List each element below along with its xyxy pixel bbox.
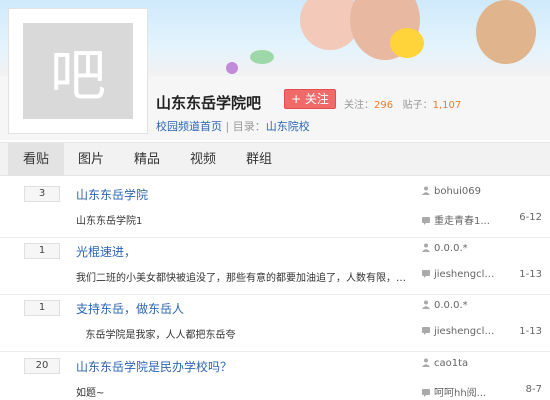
thread-row: 1 光棍速进， 我们二班的小美女都快被追没了，那些有意的都要加油追了，人数有限，… bbox=[0, 237, 550, 295]
last-reply-time: 8-7 bbox=[525, 384, 542, 395]
user-icon bbox=[422, 358, 430, 367]
post-count: 1,107 bbox=[432, 100, 462, 111]
forum-tabs: 看贴 图片 精品 视频 群组 bbox=[0, 142, 550, 176]
user-icon bbox=[422, 300, 430, 309]
comment-icon bbox=[422, 217, 430, 225]
comment-icon bbox=[422, 327, 430, 335]
thread-author: 0.0.0.* bbox=[422, 243, 468, 254]
thread-row: 3 山东东岳学院 山东东岳学院1 bohui069 重走青春1... 6-12 bbox=[0, 180, 550, 238]
last-reply-time: 6-12 bbox=[519, 212, 542, 223]
thread-abstract: 东岳学院是我家，人人都把东岳夸 bbox=[76, 330, 236, 341]
follow-count: 296 bbox=[374, 100, 394, 111]
forum-title: 山东东岳学院吧 bbox=[156, 94, 262, 112]
author-name[interactable]: 0.0.0.* bbox=[434, 243, 468, 254]
thread-row: 20 山东东岳学院是民办学校吗？ 如题~ cao1ta 呵呵hh阅... 8-7 bbox=[0, 352, 550, 400]
last-reply-time: 1-13 bbox=[519, 269, 542, 280]
breadcrumb-separator: | 目录： bbox=[222, 120, 266, 133]
thread-abstract: 我们二班的小美女都快被追没了，那些有意的都要加油追了，人数有限，速来竞争哈... bbox=[76, 273, 406, 284]
last-reply-time: 1-13 bbox=[519, 326, 542, 337]
post-count-label: 贴子： bbox=[402, 100, 433, 111]
thread-title-link[interactable]: 光棍速进， bbox=[76, 243, 136, 260]
user-icon bbox=[422, 186, 430, 195]
forum-stats: 关注：296 贴子：1,107 bbox=[344, 96, 461, 111]
last-reply-user[interactable]: 呵呵hh阅... bbox=[434, 388, 486, 399]
tab-images[interactable]: 图片 bbox=[66, 143, 116, 176]
last-reply: 呵呵hh阅... bbox=[422, 384, 496, 399]
forum-header: 吧 山东东岳学院吧 + 关注 关注：296 贴子：1,107 校园频道首页 | … bbox=[0, 0, 550, 140]
reply-count: 1 bbox=[24, 243, 60, 259]
last-reply-user[interactable]: 重走青春1... bbox=[434, 216, 490, 227]
breadcrumb-category-link[interactable]: 山东院校 bbox=[266, 120, 310, 133]
thread-author: cao1ta bbox=[422, 358, 468, 369]
tab-posts[interactable]: 看贴 bbox=[8, 143, 64, 176]
follow-button[interactable]: + 关注 bbox=[284, 89, 336, 109]
comment-icon bbox=[422, 270, 430, 278]
last-reply: 重走青春1... bbox=[422, 212, 496, 227]
thread-row: 1 支持东岳，做东岳人 东岳学院是我家，人人都把东岳夸 0.0.0.* jies… bbox=[0, 294, 550, 352]
breadcrumb: 校园频道首页 | 目录：山东院校 bbox=[156, 118, 310, 134]
thread-abstract: 山东东岳学院1 bbox=[76, 216, 143, 227]
tab-groups[interactable]: 群组 bbox=[234, 143, 284, 176]
follow-count-label: 关注： bbox=[344, 100, 374, 111]
forum-avatar-glyph: 吧 bbox=[50, 43, 106, 109]
reply-count: 3 bbox=[24, 186, 60, 202]
author-name[interactable]: bohui069 bbox=[434, 186, 481, 197]
last-reply: jieshengclub bbox=[422, 326, 496, 337]
breadcrumb-channel-link[interactable]: 校园频道首页 bbox=[156, 120, 222, 133]
forum-avatar: 吧 bbox=[8, 8, 148, 134]
thread-title-link[interactable]: 山东东岳学院 bbox=[76, 186, 148, 203]
author-name[interactable]: 0.0.0.* bbox=[434, 300, 468, 311]
thread-title-link[interactable]: 支持东岳，做东岳人 bbox=[76, 300, 184, 317]
last-reply-user[interactable]: jieshengclub bbox=[434, 326, 496, 337]
reply-count: 1 bbox=[24, 300, 60, 316]
comment-icon bbox=[422, 389, 430, 397]
thread-author: 0.0.0.* bbox=[422, 300, 468, 311]
last-reply: jieshengclub bbox=[422, 269, 496, 280]
reply-count: 20 bbox=[24, 358, 60, 374]
tab-videos[interactable]: 视频 bbox=[178, 143, 228, 176]
author-name[interactable]: cao1ta bbox=[434, 358, 468, 369]
last-reply-user[interactable]: jieshengclub bbox=[434, 269, 496, 280]
thread-title-link[interactable]: 山东东岳学院是民办学校吗？ bbox=[76, 358, 232, 375]
thread-abstract: 如题~ bbox=[76, 388, 105, 399]
user-icon bbox=[422, 243, 430, 252]
tab-featured[interactable]: 精品 bbox=[122, 143, 172, 176]
thread-author: bohui069 bbox=[422, 186, 481, 197]
